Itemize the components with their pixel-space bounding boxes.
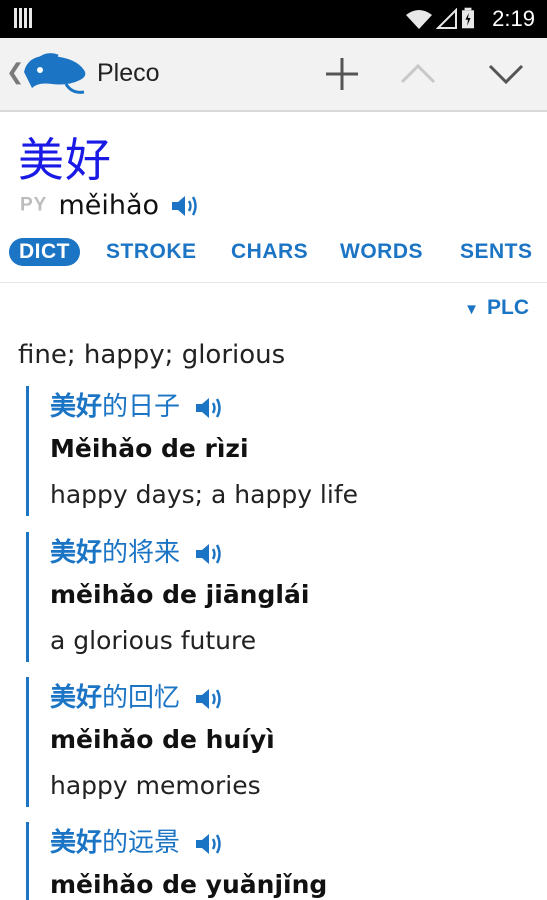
- sim-icon: [14, 8, 36, 30]
- example-headword: 美好: [50, 683, 103, 713]
- example-english: happy days; a happy life: [50, 480, 359, 509]
- example-chinese[interactable]: 美好的将来: [50, 532, 224, 569]
- add-icon[interactable]: [320, 52, 364, 96]
- speaker-icon[interactable]: [194, 395, 224, 421]
- speaker-icon[interactable]: [194, 686, 224, 712]
- chevron-down-icon[interactable]: [484, 52, 528, 96]
- example-pinyin: měihǎo de jiānglái: [50, 580, 310, 609]
- status-bar: 2:19: [0, 0, 547, 38]
- example-item: 美好的将来 měihǎo de jiānglái a glorious futu…: [26, 532, 526, 664]
- example-rest: 的回忆: [102, 683, 181, 713]
- speaker-icon[interactable]: [194, 831, 224, 857]
- tab-sents[interactable]: SENTS: [460, 240, 533, 264]
- wifi-icon: [406, 10, 432, 29]
- example-english: a glorious future: [50, 626, 257, 655]
- speaker-icon[interactable]: [170, 193, 200, 219]
- dictionary-name: PLC: [487, 296, 529, 319]
- headword: 美好: [18, 133, 112, 187]
- example-bar: [26, 386, 29, 516]
- dictionary-selector[interactable]: ▼ PLC: [464, 296, 529, 320]
- example-item: 美好的日子 Měihǎo de rìzi happy days; a happy…: [26, 386, 526, 518]
- battery-icon: [462, 7, 474, 29]
- example-bar: [26, 822, 29, 900]
- dropdown-triangle-icon: ▼: [464, 301, 479, 318]
- example-bar: [26, 532, 29, 662]
- example-headword: 美好: [50, 538, 103, 568]
- tab-words[interactable]: WORDS: [340, 240, 423, 264]
- example-rest: 的将来: [102, 538, 181, 568]
- example-bar: [26, 677, 29, 807]
- tab-bar: DICT STROKE CHARS WORDS SENTS: [0, 234, 547, 280]
- example-headword: 美好: [50, 392, 103, 422]
- pinyin-label: PY: [20, 194, 48, 216]
- definition: fine; happy; glorious: [18, 340, 286, 370]
- pinyin-row: PY měihǎo: [20, 190, 200, 222]
- chevron-up-icon[interactable]: [396, 52, 440, 96]
- example-item: 美好的远景 měihǎo de yuǎnjǐng: [26, 822, 526, 900]
- example-item: 美好的回忆 měihǎo de huíyì happy memories: [26, 677, 526, 809]
- divider: [0, 282, 547, 283]
- speaker-icon[interactable]: [194, 541, 224, 567]
- example-chinese[interactable]: 美好的远景: [50, 822, 224, 859]
- pleco-logo-icon[interactable]: [18, 50, 92, 96]
- example-pinyin: Měihǎo de rìzi: [50, 434, 249, 463]
- example-chinese[interactable]: 美好的回忆: [50, 677, 224, 714]
- example-english: happy memories: [50, 771, 261, 800]
- action-bar: ❮ Pleco: [0, 38, 547, 112]
- tab-stroke[interactable]: STROKE: [106, 240, 197, 264]
- example-rest: 的远景: [102, 828, 181, 858]
- example-rest: 的日子: [102, 392, 181, 422]
- example-pinyin: měihǎo de huíyì: [50, 725, 275, 754]
- status-time: 2:19: [492, 6, 535, 31]
- example-pinyin: měihǎo de yuǎnjǐng: [50, 870, 328, 899]
- example-chinese[interactable]: 美好的日子: [50, 386, 224, 423]
- pinyin-value: měihǎo: [58, 190, 160, 221]
- signal-icon: [436, 8, 457, 29]
- tab-chars[interactable]: CHARS: [231, 240, 308, 264]
- app-title: Pleco: [97, 59, 160, 87]
- tab-dict[interactable]: DICT: [9, 238, 80, 266]
- example-headword: 美好: [50, 828, 103, 858]
